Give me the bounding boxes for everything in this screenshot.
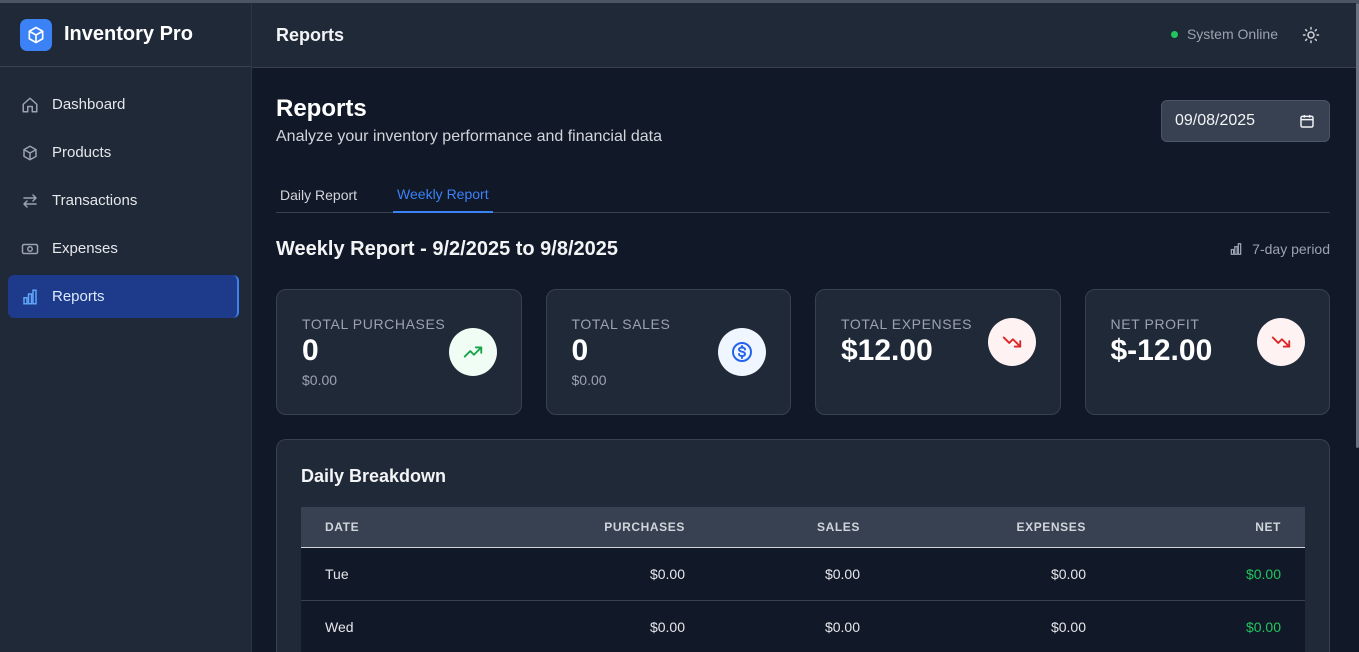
cell-date: Wed [301, 600, 489, 652]
card-subvalue: $0.00 [571, 372, 607, 388]
cell-purchases: $0.00 [489, 600, 685, 652]
column-header-sales[interactable]: Sales [685, 507, 860, 548]
page-title: Reports [276, 95, 367, 122]
breakdown-table: Date Purchases Sales Expenses Net Tue $0… [301, 507, 1305, 652]
sidebar-nav: Dashboard Products Transactions Expenses… [0, 67, 251, 318]
column-header-expenses[interactable]: Expenses [860, 507, 1086, 548]
cell-sales: $0.00 [685, 547, 860, 601]
date-value: 09/08/2025 [1175, 112, 1256, 129]
column-header-net[interactable]: Net [1086, 507, 1305, 548]
cell-date: Tue [301, 547, 489, 601]
header-title: Reports [276, 24, 345, 45]
card-subvalue: $0.00 [302, 372, 338, 388]
report-title: Weekly Report - 9/2/2025 to 9/8/2025 [276, 238, 619, 260]
card-total-purchases: Total Purchases 0 $0.00 [276, 289, 522, 415]
column-header-purchases[interactable]: Purchases [489, 507, 685, 548]
sidebar-item-label: Transactions [52, 192, 138, 209]
cell-expenses: $0.00 [860, 600, 1086, 652]
tab-daily-report[interactable]: Daily Report [276, 176, 361, 213]
brand: Inventory Pro [0, 3, 251, 67]
card-label: Total Purchases [302, 316, 446, 332]
page-subtitle: Analyze your inventory performance and f… [276, 128, 662, 145]
cell-net: $0.00 [1086, 600, 1305, 652]
trending-down-icon [987, 318, 1036, 366]
table-row[interactable]: Tue $0.00 $0.00 $0.00 $0.00 [301, 547, 1305, 601]
status-text: System Online [1186, 26, 1278, 42]
box-icon [20, 143, 40, 163]
sidebar-item-label: Reports [52, 288, 105, 305]
cell-purchases: $0.00 [489, 547, 685, 601]
system-status: System Online [1170, 26, 1278, 42]
sidebar-item-label: Expenses [52, 240, 118, 257]
card-label: Total Sales [571, 316, 671, 332]
sidebar-item-dashboard[interactable]: Dashboard [8, 83, 239, 126]
card-total-expenses: Total Expenses $12.00 [815, 289, 1061, 415]
dollar-circle-icon [718, 328, 766, 376]
cell-expenses: $0.00 [860, 547, 1086, 601]
app-name: Inventory Pro [64, 23, 193, 45]
status-dot-icon [1170, 30, 1178, 38]
bar-chart-icon [1230, 243, 1242, 255]
column-header-date[interactable]: Date [301, 507, 489, 548]
box-logo-icon [20, 18, 52, 51]
table-header-row: Date Purchases Sales Expenses Net [301, 507, 1305, 548]
sidebar-item-reports[interactable]: Reports [8, 275, 239, 318]
sidebar-item-products[interactable]: Products [8, 131, 239, 174]
home-icon [20, 95, 40, 115]
sidebar-item-label: Products [52, 144, 112, 161]
banknote-icon [20, 239, 40, 259]
period-label: 7-day period [1252, 241, 1330, 257]
sidebar-item-expenses[interactable]: Expenses [8, 227, 239, 270]
bar-chart-icon [20, 287, 40, 307]
theme-toggle-button[interactable] [1300, 24, 1322, 46]
card-net-profit: Net Profit $-12.00 [1084, 289, 1330, 415]
daily-breakdown-panel: Daily Breakdown Date Purchases Sales Exp… [276, 439, 1330, 652]
sidebar-item-transactions[interactable]: Transactions [8, 179, 239, 222]
sun-icon [1302, 26, 1320, 44]
calendar-icon[interactable] [1299, 113, 1315, 129]
report-period: 7-day period [1229, 241, 1330, 257]
summary-cards: Total Purchases 0 $0.00 Total Sales 0 $0… [276, 289, 1330, 415]
tab-weekly-report[interactable]: Weekly Report [393, 176, 493, 213]
report-tabs: Daily Report Weekly Report [276, 176, 1330, 213]
cell-net: $0.00 [1086, 547, 1305, 601]
arrows-exchange-icon [20, 191, 40, 211]
top-bar: Reports System Online [252, 3, 1356, 68]
cell-sales: $0.00 [685, 600, 860, 652]
sidebar-item-label: Dashboard [52, 96, 126, 113]
breakdown-title: Daily Breakdown [301, 466, 447, 486]
trending-up-icon [448, 328, 497, 376]
card-total-sales: Total Sales 0 $0.00 [545, 289, 791, 415]
report-date-input[interactable]: 09/08/2025 [1161, 100, 1330, 142]
table-row[interactable]: Wed $0.00 $0.00 $0.00 $0.00 [301, 600, 1305, 652]
sidebar: Inventory Pro Dashboard Products Transac… [0, 3, 252, 652]
trending-down-icon [1257, 318, 1305, 366]
